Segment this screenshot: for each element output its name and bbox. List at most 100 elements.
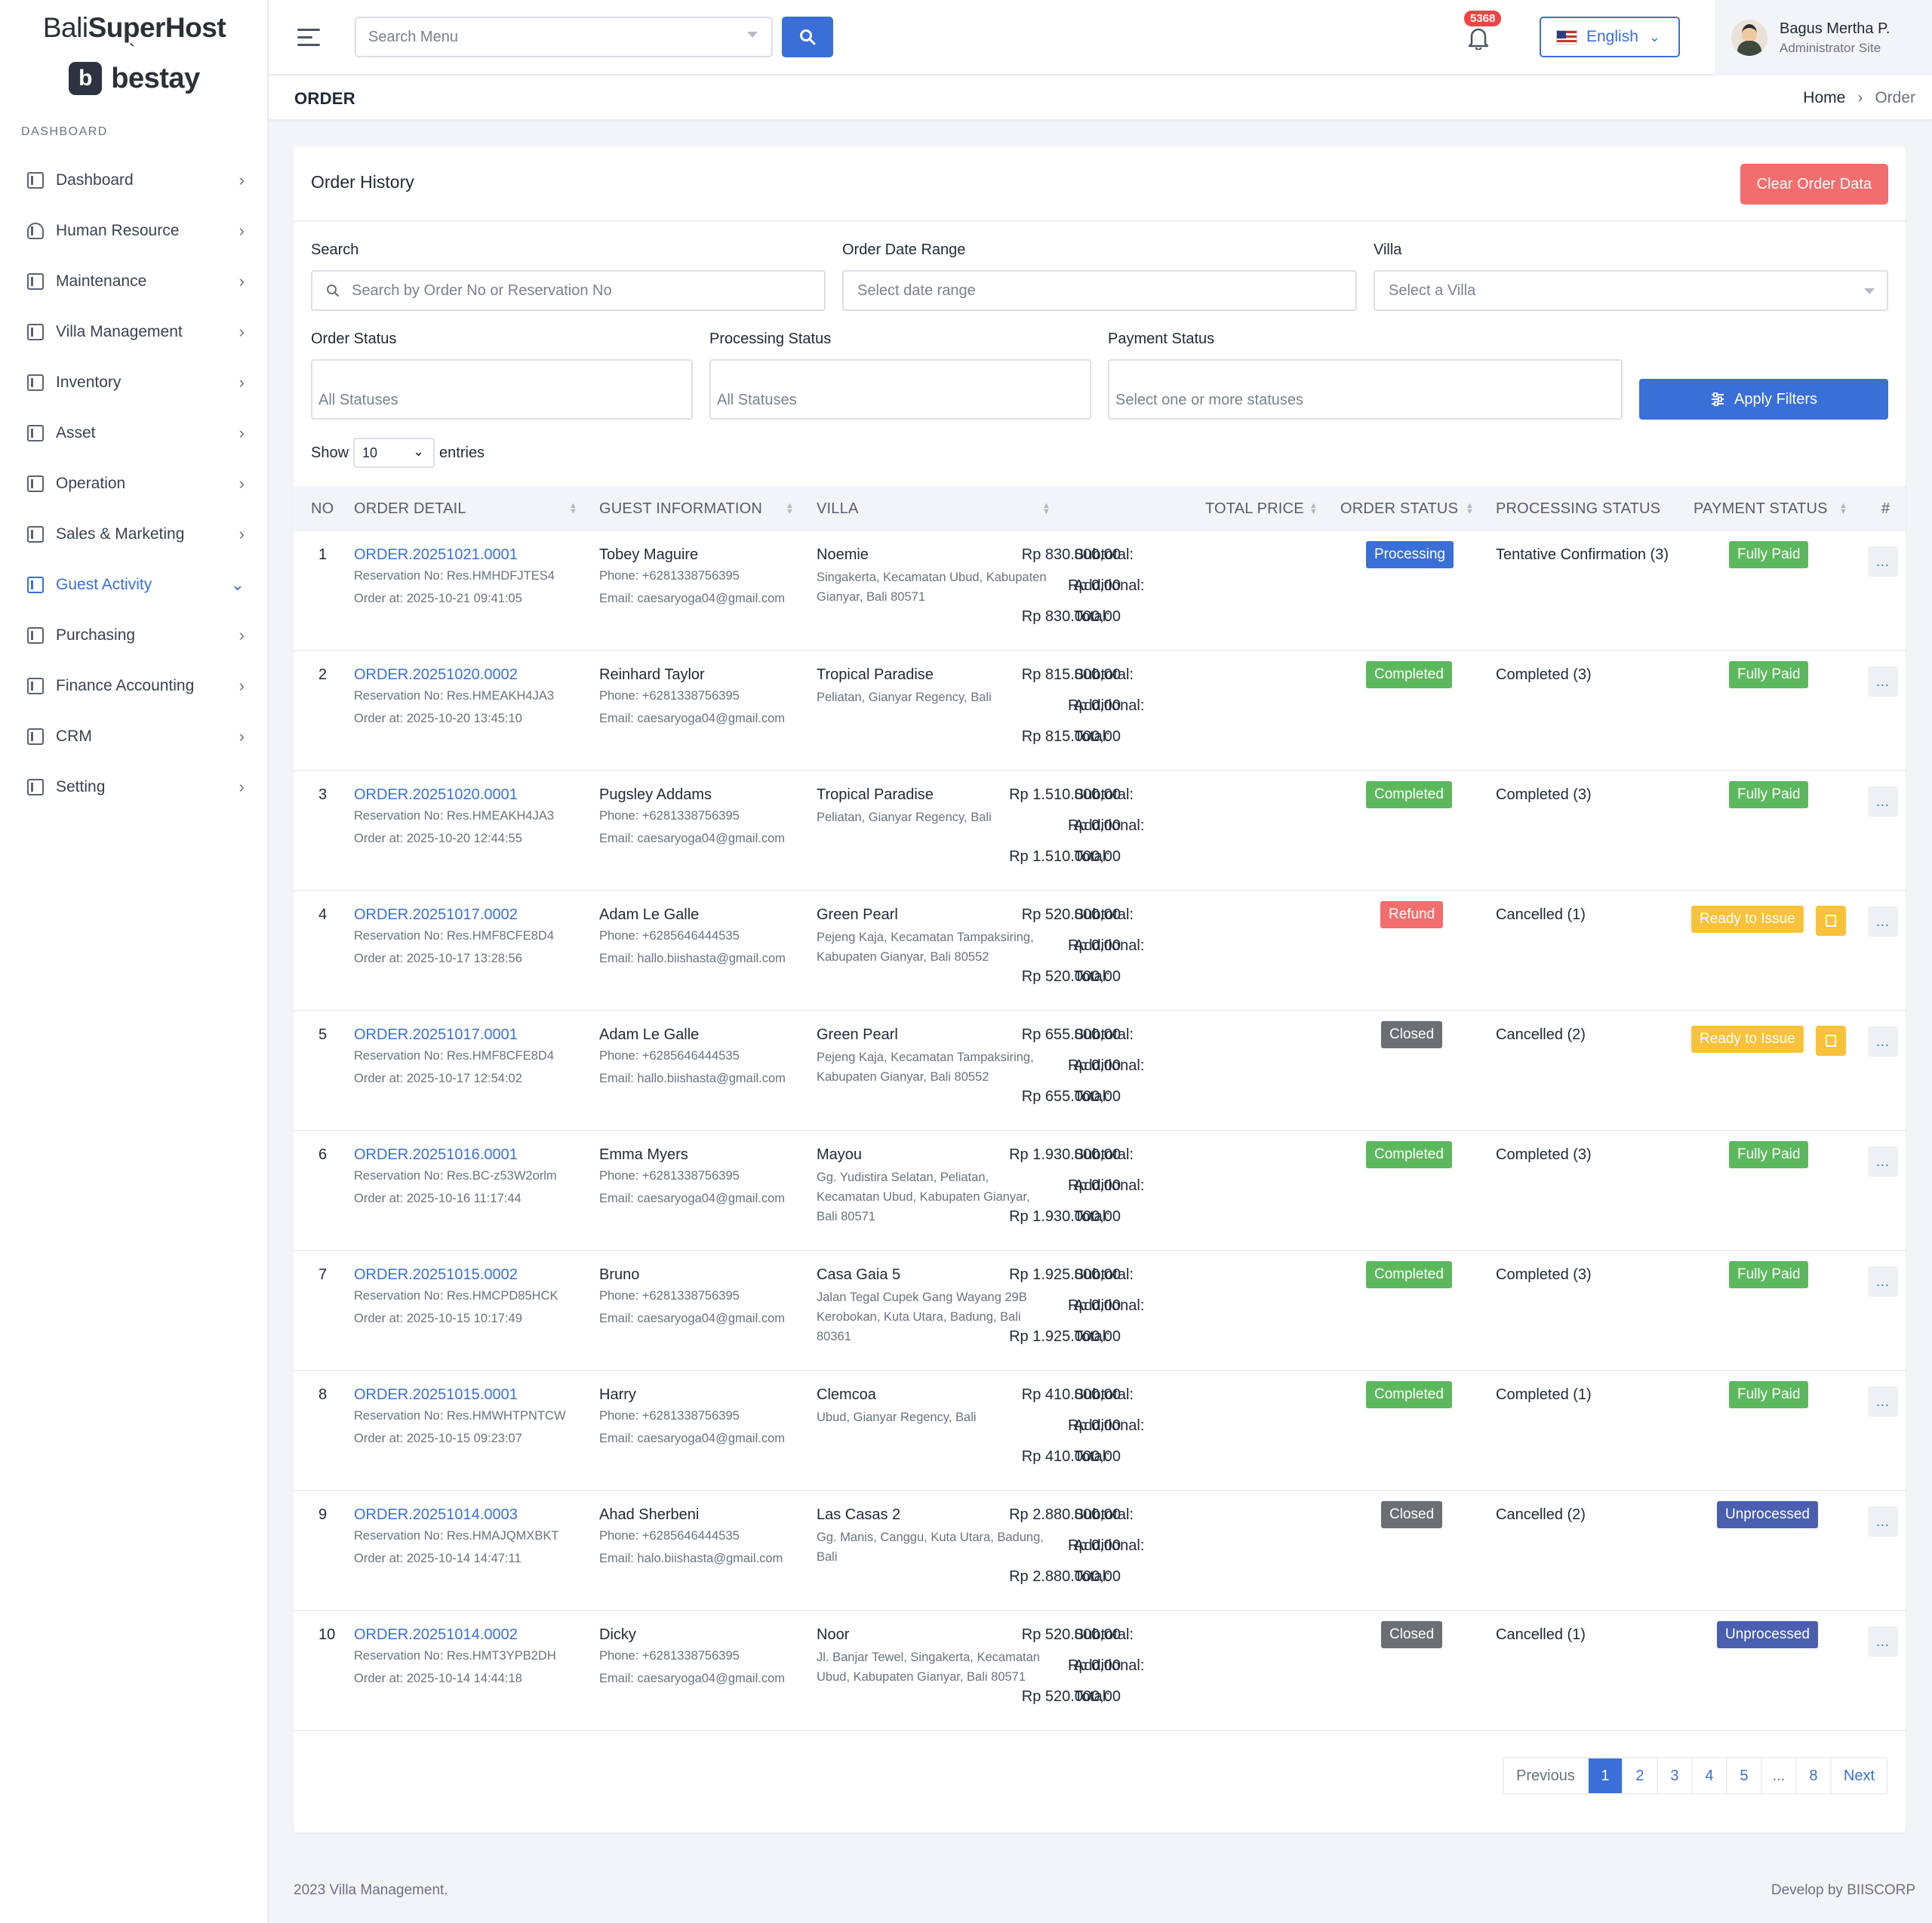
order-number-link[interactable]: ORDER.20251015.0001 xyxy=(354,1386,518,1404)
more-actions-button[interactable]: ... xyxy=(1868,546,1898,577)
order-status-badge: Completed xyxy=(1366,1141,1452,1168)
issue-document-button[interactable] xyxy=(1816,1026,1846,1056)
row-number: 2 xyxy=(318,666,328,683)
order-datetime: Order at: 2025-10-16 11:17:44 xyxy=(354,1192,521,1205)
guest-phone: Phone: +6281338756395 xyxy=(599,809,740,823)
th-payment-status[interactable]: PAYMENT STATUS xyxy=(1694,500,1828,518)
th-no[interactable]: NO xyxy=(311,500,334,518)
search-menu-input[interactable]: Search Menu xyxy=(355,17,773,57)
pagination-page[interactable]: 1 xyxy=(1586,1758,1622,1793)
sidebar-item-maintenance[interactable]: Maintenance › xyxy=(0,256,269,306)
sort-icon[interactable]: ▲ ▼ xyxy=(1042,502,1051,516)
order-search-placeholder: Search by Order No or Reservation No xyxy=(352,282,612,299)
pagination-page[interactable]: 4 xyxy=(1690,1758,1726,1793)
payment-status-select[interactable]: Select one or more statuses xyxy=(1108,359,1623,420)
sidebar-item-villa-management[interactable]: Villa Management › xyxy=(0,306,269,357)
order-status-select[interactable]: All Statuses xyxy=(311,359,693,420)
pagination-page[interactable]: 5 xyxy=(1725,1758,1761,1793)
sidebar-item-dashboard[interactable]: Dashboard › xyxy=(0,155,269,205)
sidebar-item-asset[interactable]: Asset › xyxy=(0,408,269,458)
apply-filters-label: Apply Filters xyxy=(1734,390,1818,408)
sort-icon[interactable]: ▲ ▼ xyxy=(1466,502,1474,516)
language-selector[interactable]: English ⌄ xyxy=(1540,17,1680,57)
user-menu[interactable]: Bagus Mertha P. Administrator Site xyxy=(1715,0,1932,75)
more-actions-button[interactable]: ... xyxy=(1868,1506,1898,1537)
clear-order-data-button[interactable]: Clear Order Data xyxy=(1740,164,1888,205)
pagination-page[interactable]: 8 xyxy=(1795,1758,1830,1793)
chevron-down-icon xyxy=(1864,288,1875,300)
more-actions-button[interactable]: ... xyxy=(1868,786,1898,817)
order-number-link[interactable]: ORDER.20251014.0003 xyxy=(354,1506,518,1524)
order-number-link[interactable]: ORDER.20251020.0002 xyxy=(354,666,518,684)
guest-email: Email: caesaryoga04@gmail.com xyxy=(599,592,786,605)
entries-select[interactable]: 10 ⌄ xyxy=(353,438,435,468)
pagination-previous[interactable]: Previous xyxy=(1504,1758,1587,1793)
more-actions-button[interactable]: ... xyxy=(1868,1626,1898,1657)
sidebar-item-operation[interactable]: Operation › xyxy=(0,458,269,509)
more-actions-button[interactable]: ... xyxy=(1868,906,1898,937)
payment-status-value: Select one or more statuses xyxy=(1115,392,1304,408)
guest-name: Pugsley Addams xyxy=(599,786,712,803)
guest-email: Email: caesaryoga04@gmail.com xyxy=(599,1432,786,1445)
guest-email: Email: hallo.biishasta@gmail.com xyxy=(599,952,786,965)
breadcrumb-home[interactable]: Home xyxy=(1803,89,1845,107)
th-guest-information[interactable]: GUEST INFORMATION xyxy=(599,500,762,518)
pagination-page[interactable]: 3 xyxy=(1656,1758,1691,1793)
payment-status-badge: Fully Paid xyxy=(1729,541,1809,568)
pagination-page[interactable]: 2 xyxy=(1621,1758,1657,1793)
more-actions-button[interactable]: ... xyxy=(1868,1386,1898,1417)
more-actions-button[interactable]: ... xyxy=(1868,666,1898,697)
search-button[interactable] xyxy=(782,17,833,57)
sidebar-item-purchasing[interactable]: Purchasing › xyxy=(0,610,269,660)
processing-status-select[interactable]: All Statuses xyxy=(709,359,1091,420)
th-order-detail[interactable]: ORDER DETAIL xyxy=(354,500,466,518)
order-number-link[interactable]: ORDER.20251021.0001 xyxy=(354,546,518,564)
more-actions-button[interactable]: ... xyxy=(1868,1266,1898,1297)
brand-logo[interactable]: BaliSuperHost ` b bestay xyxy=(0,12,269,95)
sidebar-item-label: Human Resource xyxy=(56,221,180,239)
order-number-link[interactable]: ORDER.20251015.0002 xyxy=(354,1266,518,1284)
th-villa[interactable]: VILLA xyxy=(817,500,858,518)
subtotal-value: Rp 2.880.000,00 xyxy=(1009,1506,1121,1523)
sort-icon[interactable]: ▲ ▼ xyxy=(1839,502,1847,516)
more-actions-button[interactable]: ... xyxy=(1868,1026,1898,1057)
issue-document-button[interactable] xyxy=(1816,906,1846,936)
sidebar-item-inventory[interactable]: Inventory › xyxy=(0,357,269,408)
th-actions: # xyxy=(1881,500,1890,517)
pagination-next[interactable]: Next xyxy=(1829,1758,1887,1793)
order-number-link[interactable]: ORDER.20251016.0001 xyxy=(354,1146,518,1164)
menu-toggle-icon[interactable] xyxy=(297,29,320,51)
th-processing-status[interactable]: PROCESSING STATUS xyxy=(1496,500,1660,518)
sort-icon[interactable]: ▲ ▼ xyxy=(569,502,577,516)
order-number-link[interactable]: ORDER.20251020.0001 xyxy=(354,786,518,804)
order-status-badge: Closed xyxy=(1381,1501,1443,1528)
sidebar-item-crm[interactable]: CRM › xyxy=(0,711,269,762)
sidebar-item-setting[interactable]: Setting › xyxy=(0,762,269,812)
villa-name: Las Casas 2 xyxy=(817,1506,901,1523)
more-actions-button[interactable]: ... xyxy=(1868,1146,1898,1177)
villa-select[interactable]: Select a Villa xyxy=(1374,270,1888,311)
order-number-link[interactable]: ORDER.20251017.0001 xyxy=(354,1026,518,1044)
th-order-status[interactable]: ORDER STATUS xyxy=(1340,500,1458,518)
apply-filters-button[interactable]: Apply Filters xyxy=(1639,379,1888,420)
order-number-link[interactable]: ORDER.20251014.0002 xyxy=(354,1626,518,1644)
sidebar-item-guest-activity[interactable]: Guest Activity ⌄ xyxy=(0,559,269,610)
bell-icon[interactable] xyxy=(1467,26,1490,50)
person-icon xyxy=(27,222,44,239)
order-search-input[interactable]: Search by Order No or Reservation No xyxy=(311,270,826,311)
sidebar-item-finance-accounting[interactable]: Finance Accounting › xyxy=(0,660,269,711)
sort-icon[interactable]: ▲ ▼ xyxy=(1309,502,1318,516)
sort-icon[interactable]: ▲ ▼ xyxy=(786,502,794,516)
sidebar-item-human-resource[interactable]: Human Resource › xyxy=(0,205,269,256)
order-status-badge: Closed xyxy=(1381,1021,1443,1048)
sidebar-item-label: CRM xyxy=(56,727,92,745)
order-number-link[interactable]: ORDER.20251017.0002 xyxy=(354,906,518,924)
paint-roller-icon xyxy=(27,272,44,290)
villa-address: Peliatan, Gianyar Regency, Bali xyxy=(817,691,992,704)
th-total-price[interactable]: TOTAL PRICE xyxy=(1205,500,1304,518)
sidebar-item-sales-marketing[interactable]: Sales & Marketing › xyxy=(0,509,269,559)
book-icon xyxy=(27,171,44,189)
footer-credit: Develop by BIISCORP xyxy=(1770,1882,1915,1898)
processing-status: Completed (3) xyxy=(1496,1146,1592,1163)
date-range-input[interactable]: Select date range xyxy=(842,270,1357,311)
